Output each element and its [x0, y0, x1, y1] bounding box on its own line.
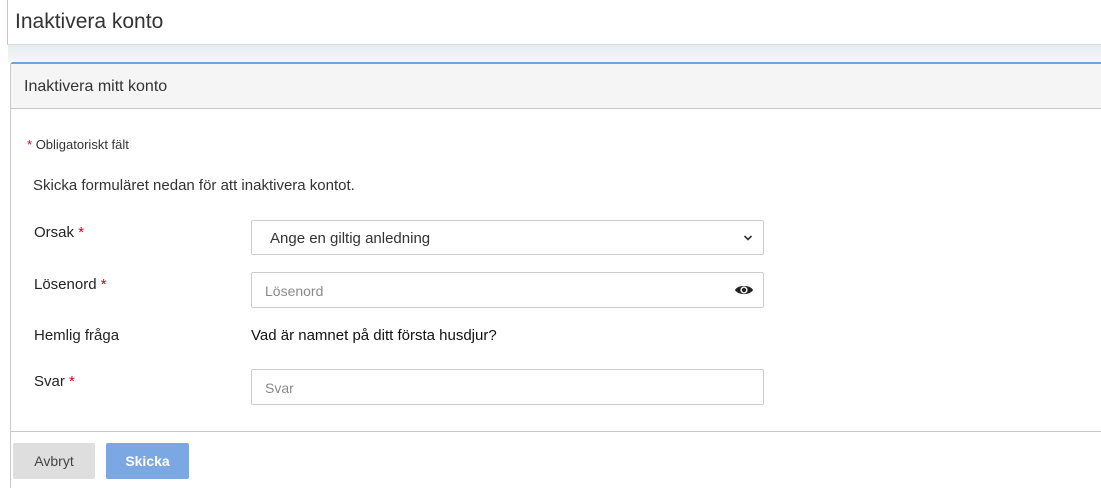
reason-required-marker: * — [78, 224, 85, 241]
reason-label: Orsak * — [34, 224, 84, 241]
password-required-marker: * — [100, 276, 107, 293]
secret-question-value: Vad är namnet på ditt första husdjur? — [251, 327, 497, 344]
page-title: Inaktivera konto — [15, 10, 164, 33]
submit-button[interactable]: Skicka — [106, 443, 189, 479]
chevron-down-icon — [743, 235, 753, 241]
deactivate-panel: Inaktivera mitt konto * Obligatoriskt fä… — [10, 62, 1101, 491]
secret-question-label: Hemlig fråga — [34, 327, 120, 344]
eye-icon[interactable] — [734, 283, 754, 297]
password-input[interactable]: Lösenord — [251, 272, 764, 308]
answer-input[interactable]: Svar — [251, 369, 764, 405]
answer-label: Svar * — [34, 373, 75, 390]
form-intro-text: Skicka formuläret nedan för att inaktive… — [33, 177, 355, 194]
page-header: Inaktivera konto — [7, 0, 1101, 45]
answer-required-marker: * — [69, 373, 75, 390]
reason-label-text: Orsak — [34, 224, 75, 241]
reason-select[interactable]: Ange en giltig anledning — [251, 220, 764, 255]
cancel-button[interactable]: Avbryt — [13, 443, 95, 479]
required-note-text: Obligatoriskt fält — [35, 137, 129, 152]
panel-footer: Avbryt Skicka — [11, 431, 1101, 491]
required-field-note: * Obligatoriskt fält — [27, 137, 129, 152]
panel-title: Inaktivera mitt konto — [24, 78, 168, 95]
answer-label-text: Svar — [34, 373, 65, 390]
password-label: Lösenord * — [34, 276, 107, 293]
required-marker: * — [27, 137, 33, 152]
answer-placeholder: Svar — [265, 380, 294, 396]
panel-heading: Inaktivera mitt konto — [11, 64, 1101, 109]
header-divider — [8, 45, 1101, 62]
password-label-text: Lösenord — [34, 276, 97, 293]
password-placeholder: Lösenord — [265, 283, 324, 299]
reason-select-value: Ange en giltig anledning — [270, 230, 431, 247]
